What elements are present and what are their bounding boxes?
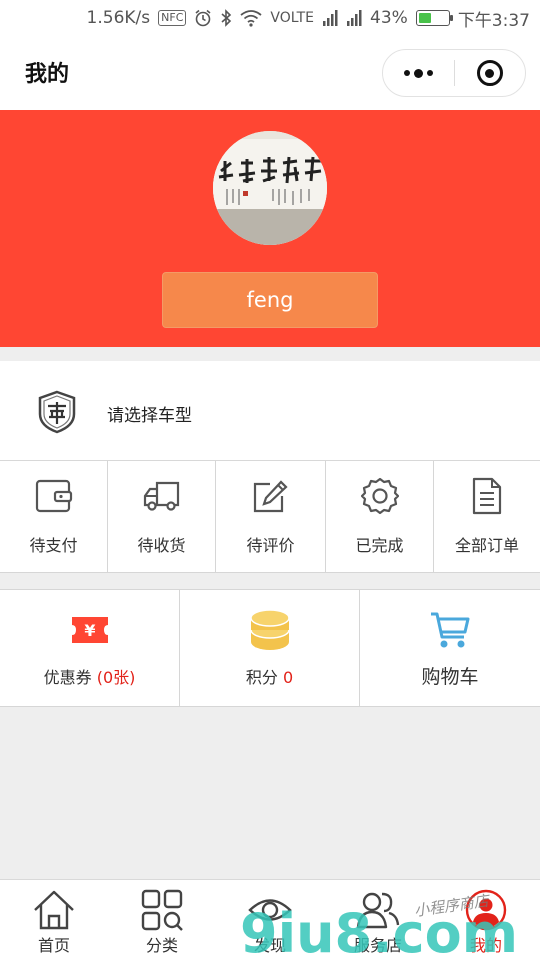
tab-discover[interactable]: 发现 <box>216 880 324 960</box>
wallet-icon <box>35 479 72 513</box>
order-all[interactable]: 全部订单 <box>434 461 540 572</box>
target-icon <box>476 60 503 86</box>
coupon-item[interactable]: ¥ 优惠券 (0张) <box>0 590 180 706</box>
points-label: 积分 <box>245 668 278 687</box>
status-bar: 1.56K/s NFC VOLTE 43% 下午3:37 <box>0 0 540 36</box>
page-title: 我的 <box>25 62 70 87</box>
document-icon <box>472 477 502 515</box>
assets-row: ¥ 优惠券 (0张) 积分 0 购物车 <box>0 589 540 707</box>
order-label: 待支付 <box>29 536 78 555</box>
tab-service-store[interactable]: 服务店 <box>324 880 432 960</box>
wifi-icon <box>240 10 262 27</box>
signal-icon <box>323 10 338 26</box>
more-menu-button[interactable] <box>383 50 454 96</box>
cart-icon <box>431 612 470 648</box>
username-button[interactable]: feng <box>162 272 378 328</box>
calligraphy-avatar-image <box>213 131 327 245</box>
users-icon <box>356 892 400 929</box>
car-model-selector[interactable]: 请选择车型 <box>0 361 540 461</box>
miniprogram-capsule <box>382 49 526 97</box>
edit-icon <box>253 480 288 513</box>
order-label: 已完成 <box>355 536 404 555</box>
order-pending-review[interactable]: 待评价 <box>216 461 326 572</box>
coupon-icon: ¥ <box>71 617 108 643</box>
navigation-bar: 我的 <box>0 36 540 110</box>
home-icon <box>34 890 74 930</box>
order-label: 全部订单 <box>454 536 519 555</box>
order-pending-payment[interactable]: 待支付 <box>0 461 108 572</box>
tab-home[interactable]: 首页 <box>0 880 108 960</box>
car-model-label: 请选择车型 <box>107 406 192 426</box>
clock: 下午3:37 <box>457 10 530 31</box>
order-label: 待评价 <box>246 536 295 555</box>
tab-label: 首页 <box>37 936 70 955</box>
coupon-label: 优惠券 <box>43 668 92 687</box>
close-miniprogram-button[interactable] <box>455 50 526 96</box>
eye-icon <box>248 899 292 921</box>
tab-bar: 首页 分类 发现 服务店 我的 <box>0 879 540 960</box>
gear-icon <box>360 477 399 515</box>
profile-banner: feng <box>0 110 540 347</box>
points-item[interactable]: 积分 0 <box>180 590 360 706</box>
nfc-badge: NFC <box>158 10 187 26</box>
volte-label: VOLTE <box>270 10 315 26</box>
category-icon <box>141 889 183 931</box>
tab-category[interactable]: 分类 <box>108 880 216 960</box>
car-brand-logo-icon <box>38 390 76 434</box>
alarm-icon <box>195 9 211 27</box>
tab-label: 服务店 <box>353 936 402 955</box>
order-status-row: 待支付 待收货 待评价 已完成 全部订单 <box>0 461 540 573</box>
battery-percent: 43% <box>370 8 408 28</box>
coins-icon <box>249 609 290 650</box>
cart-label: 购物车 <box>421 666 479 688</box>
tab-profile[interactable]: 我的 <box>432 880 540 960</box>
tab-label: 发现 <box>253 936 286 955</box>
order-label: 待收货 <box>137 536 186 555</box>
profile-icon <box>465 889 507 931</box>
points-count: 0 <box>282 668 294 687</box>
network-speed: 1.56K/s <box>86 8 151 28</box>
order-completed[interactable]: 已完成 <box>326 461 434 572</box>
avatar[interactable] <box>213 131 327 245</box>
battery-icon <box>415 10 453 26</box>
tab-label: 我的 <box>469 936 502 955</box>
coupon-count: (0张) <box>96 668 136 687</box>
cart-item[interactable]: 购物车 <box>360 590 540 706</box>
bluetooth-icon <box>221 9 232 27</box>
order-pending-receipt[interactable]: 待收货 <box>108 461 216 572</box>
truck-icon <box>143 481 179 511</box>
svg-text:¥: ¥ <box>84 621 95 640</box>
signal-icon-2 <box>347 10 362 26</box>
tab-label: 分类 <box>145 936 178 955</box>
